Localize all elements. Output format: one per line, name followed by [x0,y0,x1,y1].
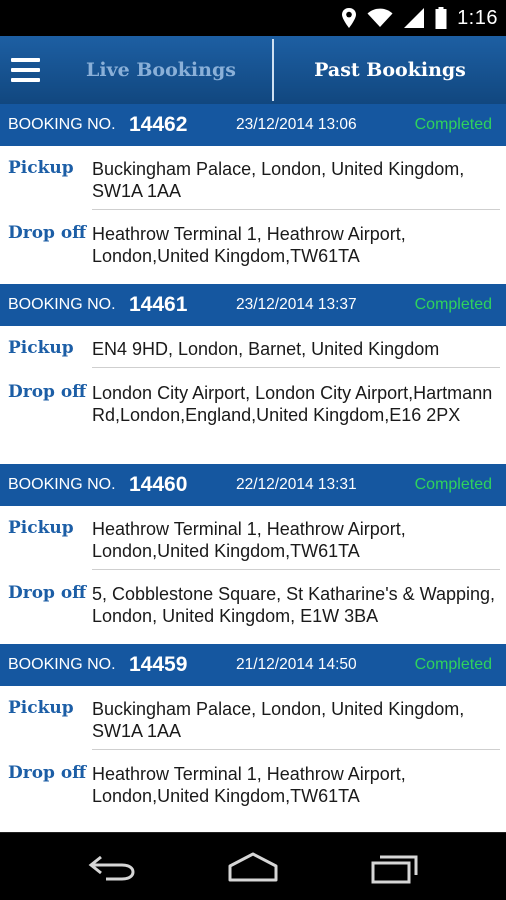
bookings-list[interactable]: BOOKING NO. 14462 23/12/2014 13:06 Compl… [0,104,506,832]
location-icon [342,8,357,28]
booking-datetime: 21/12/2014 14:50 [236,656,357,673]
booking-number: 14459 [129,653,188,676]
pickup-label: Pickup [8,158,74,178]
booking-number: 14461 [129,293,188,316]
booking-no-label: BOOKING NO. [8,116,116,133]
booking-no-label: BOOKING NO. [8,656,116,673]
clock: 1:16 [457,6,498,29]
pickup-row: Pickup Buckingham Palace, London, United… [0,146,506,210]
hamburger-menu-icon[interactable] [0,36,50,104]
booking-number: 14462 [129,113,188,136]
booking-datetime: 23/12/2014 13:06 [236,116,357,133]
recents-icon[interactable] [370,851,420,885]
status-bar: 1:16 [0,0,506,36]
booking-header: BOOKING NO. 14462 23/12/2014 13:06 Compl… [0,104,506,146]
pickup-label: Pickup [8,518,74,538]
status-icons: 1:16 [341,0,498,36]
back-icon[interactable] [88,853,136,881]
pickup-label: Pickup [8,698,74,718]
dropoff-row: Drop off Heathrow Terminal 1, Heathrow A… [0,750,506,828]
pickup-address: Heathrow Terminal 1, Heathrow Airport, L… [92,519,406,561]
booking-card[interactable]: BOOKING NO. 14462 23/12/2014 13:06 Compl… [0,104,506,284]
booking-no-label: BOOKING NO. [8,476,116,493]
dropoff-address: Heathrow Terminal 1, Heathrow Airport, L… [92,224,406,266]
app-bar: Live Bookings Past Bookings [0,36,506,104]
signal-icon [404,8,425,28]
booking-header: BOOKING NO. 14461 23/12/2014 13:37 Compl… [0,284,506,326]
booking-card[interactable]: BOOKING NO. 14461 23/12/2014 13:37 Compl… [0,284,506,464]
pickup-address: EN4 9HD, London, Barnet, United Kingdom [92,339,440,359]
dropoff-address: London City Airport, London City Airport… [92,383,493,425]
booking-header: BOOKING NO. 14459 21/12/2014 14:50 Compl… [0,644,506,686]
pickup-row: Pickup Buckingham Palace, London, United… [0,686,506,750]
dropoff-row: Drop off 5, Cobblestone Square, St Katha… [0,570,506,644]
dropoff-label: Drop off [8,763,87,783]
booking-card[interactable]: BOOKING NO. 14460 22/12/2014 13:31 Compl… [0,464,506,644]
status-badge: Completed [414,656,492,673]
booking-number: 14460 [129,473,188,496]
dropoff-row: Drop off London City Airport, London Cit… [0,368,506,464]
booking-card[interactable]: BOOKING NO. 14459 21/12/2014 14:50 Compl… [0,644,506,828]
status-badge: Completed [414,116,492,133]
booking-datetime: 22/12/2014 13:31 [236,476,357,493]
pickup-address: Buckingham Palace, London, United Kingdo… [92,699,465,741]
dropoff-address: Heathrow Terminal 1, Heathrow Airport, L… [92,764,406,806]
tab-live-bookings[interactable]: Live Bookings [50,36,272,104]
booking-datetime: 23/12/2014 13:37 [236,296,357,313]
tab-past-bookings[interactable]: Past Bookings [274,36,506,104]
dropoff-label: Drop off [8,223,87,243]
dropoff-row: Drop off Heathrow Terminal 1, Heathrow A… [0,210,506,284]
pickup-address: Buckingham Palace, London, United Kingdo… [92,159,465,201]
status-badge: Completed [414,476,492,493]
navigation-bar [0,832,506,900]
status-badge: Completed [414,296,492,313]
dropoff-label: Drop off [8,382,87,402]
pickup-row: Pickup EN4 9HD, London, Barnet, United K… [0,326,506,368]
dropoff-address: 5, Cobblestone Square, St Katharine's & … [92,584,496,626]
booking-no-label: BOOKING NO. [8,296,116,313]
battery-icon [435,7,447,29]
home-icon[interactable] [226,851,280,883]
dropoff-label: Drop off [8,583,87,603]
pickup-label: Pickup [8,338,74,358]
booking-header: BOOKING NO. 14460 22/12/2014 13:31 Compl… [0,464,506,506]
pickup-row: Pickup Heathrow Terminal 1, Heathrow Air… [0,506,506,570]
wifi-icon [367,8,393,27]
